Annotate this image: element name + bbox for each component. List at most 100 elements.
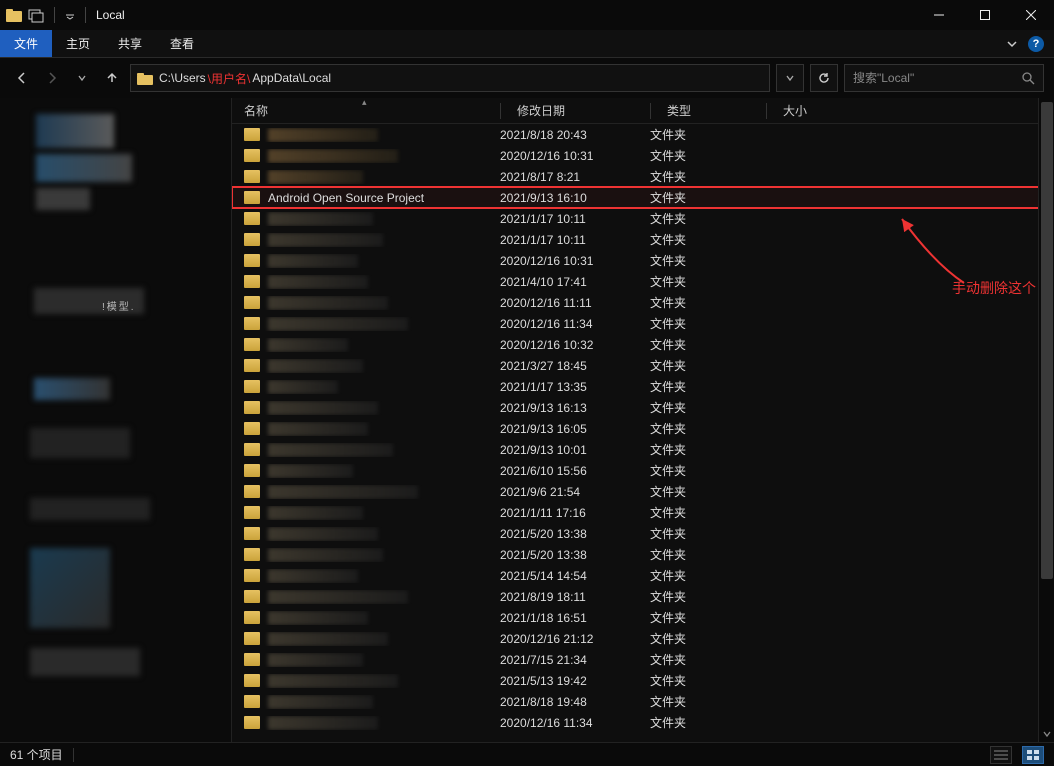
folder-icon: [244, 422, 260, 435]
qat-open-icon[interactable]: [28, 7, 44, 23]
address-bar: C:\Users \用户名\ AppData\Local: [0, 58, 1054, 98]
redacted-name: [268, 380, 338, 394]
refresh-button[interactable]: [810, 64, 838, 92]
cell-name: [244, 380, 500, 394]
nav-up-button[interactable]: [100, 66, 124, 90]
cell-name: [244, 212, 500, 226]
nav-forward-button[interactable]: [40, 66, 64, 90]
cell-date: 2020/12/16 21:12: [500, 632, 650, 646]
maximize-button[interactable]: [962, 0, 1008, 30]
cell-type: 文件夹: [650, 609, 766, 626]
search-box[interactable]: [844, 64, 1044, 92]
table-row[interactable]: 2021/9/13 16:13文件夹: [232, 397, 1054, 418]
table-row[interactable]: 2020/12/16 11:34文件夹: [232, 712, 1054, 733]
table-row[interactable]: 2020/12/16 21:12文件夹: [232, 628, 1054, 649]
cell-date: 2021/8/19 18:11: [500, 590, 650, 604]
tab-view[interactable]: 查看: [156, 30, 208, 57]
folder-icon: [244, 275, 260, 288]
cell-date: 2021/5/14 14:54: [500, 569, 650, 583]
table-row[interactable]: 2021/6/10 15:56文件夹: [232, 460, 1054, 481]
search-icon[interactable]: [1021, 71, 1035, 85]
table-row[interactable]: 2020/12/16 11:11文件夹: [232, 292, 1054, 313]
column-name-header[interactable]: 名称: [244, 102, 500, 119]
folder-icon: [244, 212, 260, 225]
navigation-pane[interactable]: !模型.: [0, 98, 232, 742]
table-row[interactable]: 2021/3/27 18:45文件夹: [232, 355, 1054, 376]
redacted-name: [268, 275, 368, 289]
search-input[interactable]: [853, 71, 1021, 85]
cell-date: 2020/12/16 10:32: [500, 338, 650, 352]
minimize-button[interactable]: [916, 0, 962, 30]
status-count: 61 个项目: [10, 746, 63, 763]
folder-icon: [244, 569, 260, 582]
cell-date: 2021/1/11 17:16: [500, 506, 650, 520]
vertical-scrollbar[interactable]: [1038, 98, 1054, 742]
table-row[interactable]: 2021/4/10 17:41文件夹: [232, 271, 1054, 292]
cell-type: 文件夹: [650, 147, 766, 164]
window-title: Local: [96, 8, 125, 22]
table-row[interactable]: 2020/12/16 10:31文件夹: [232, 250, 1054, 271]
address-dropdown-icon[interactable]: [776, 64, 804, 92]
cell-name: [244, 695, 500, 709]
scroll-down-icon[interactable]: [1039, 726, 1054, 742]
table-row[interactable]: 2021/1/11 17:16文件夹: [232, 502, 1054, 523]
table-row[interactable]: 2021/9/13 16:05文件夹: [232, 418, 1054, 439]
breadcrumb[interactable]: C:\Users \用户名\ AppData\Local: [159, 70, 331, 87]
view-details-button[interactable]: [990, 746, 1012, 764]
table-row[interactable]: 2021/5/20 13:38文件夹: [232, 544, 1054, 565]
table-row[interactable]: 2021/9/6 21:54文件夹: [232, 481, 1054, 502]
redacted-name: [268, 569, 358, 583]
qat-dropdown-icon[interactable]: [65, 10, 75, 20]
nav-history-dropdown[interactable]: [70, 66, 94, 90]
scrollbar-thumb[interactable]: [1041, 102, 1053, 579]
column-size-header[interactable]: 大小: [766, 102, 836, 119]
folder-icon: [244, 128, 260, 141]
table-row[interactable]: 2021/1/18 16:51文件夹: [232, 607, 1054, 628]
tab-file[interactable]: 文件: [0, 30, 52, 57]
cell-date: 2021/8/17 8:21: [500, 170, 650, 184]
table-row[interactable]: 2021/1/17 10:11文件夹: [232, 229, 1054, 250]
cell-date: 2021/4/10 17:41: [500, 275, 650, 289]
table-row[interactable]: Android Open Source Project2021/9/13 16:…: [232, 187, 1054, 208]
table-row[interactable]: 2021/8/19 18:11文件夹: [232, 586, 1054, 607]
table-row[interactable]: 2021/8/17 8:21文件夹: [232, 166, 1054, 187]
cell-date: 2021/8/18 20:43: [500, 128, 650, 142]
folder-icon: [244, 338, 260, 351]
table-row[interactable]: 2021/8/18 19:48文件夹: [232, 691, 1054, 712]
cell-type: 文件夹: [650, 231, 766, 248]
table-row[interactable]: 2021/1/17 13:35文件夹: [232, 376, 1054, 397]
nav-back-button[interactable]: [10, 66, 34, 90]
tab-share[interactable]: 共享: [104, 30, 156, 57]
column-type-header[interactable]: 类型: [650, 102, 766, 119]
cell-name: [244, 506, 500, 520]
redacted-name: [268, 695, 373, 709]
table-row[interactable]: 2020/12/16 10:32文件夹: [232, 334, 1054, 355]
table-row[interactable]: 2021/5/20 13:38文件夹: [232, 523, 1054, 544]
table-row[interactable]: 2021/8/18 20:43文件夹: [232, 124, 1054, 145]
address-box[interactable]: C:\Users \用户名\ AppData\Local: [130, 64, 770, 92]
qat-separator-2: [85, 7, 86, 23]
table-row[interactable]: 2021/5/13 19:42文件夹: [232, 670, 1054, 691]
navpane-blur: [36, 188, 90, 210]
cell-name: [244, 464, 500, 478]
table-row[interactable]: 2021/1/17 10:11文件夹: [232, 208, 1054, 229]
folder-icon: [244, 653, 260, 666]
view-large-icons-button[interactable]: [1022, 746, 1044, 764]
table-row[interactable]: 2021/7/15 21:34文件夹: [232, 649, 1054, 670]
table-row[interactable]: 2021/9/13 10:01文件夹: [232, 439, 1054, 460]
folder-icon: [244, 191, 260, 204]
ribbon-collapse-icon[interactable]: [1006, 38, 1018, 50]
table-row[interactable]: 2021/5/14 14:54文件夹: [232, 565, 1054, 586]
tab-home[interactable]: 主页: [52, 30, 104, 57]
address-folder-icon: [137, 70, 153, 86]
close-button[interactable]: [1008, 0, 1054, 30]
folder-icon: [244, 527, 260, 540]
folder-icon: [244, 317, 260, 330]
table-row[interactable]: 2020/12/16 11:34文件夹: [232, 313, 1054, 334]
column-date-header[interactable]: 修改日期: [500, 102, 650, 119]
help-icon[interactable]: ?: [1028, 36, 1044, 52]
redacted-name: [268, 128, 378, 142]
cell-date: 2021/1/17 10:11: [500, 212, 650, 226]
table-row[interactable]: 2020/12/16 10:31文件夹: [232, 145, 1054, 166]
navpane-blur: [36, 114, 114, 148]
